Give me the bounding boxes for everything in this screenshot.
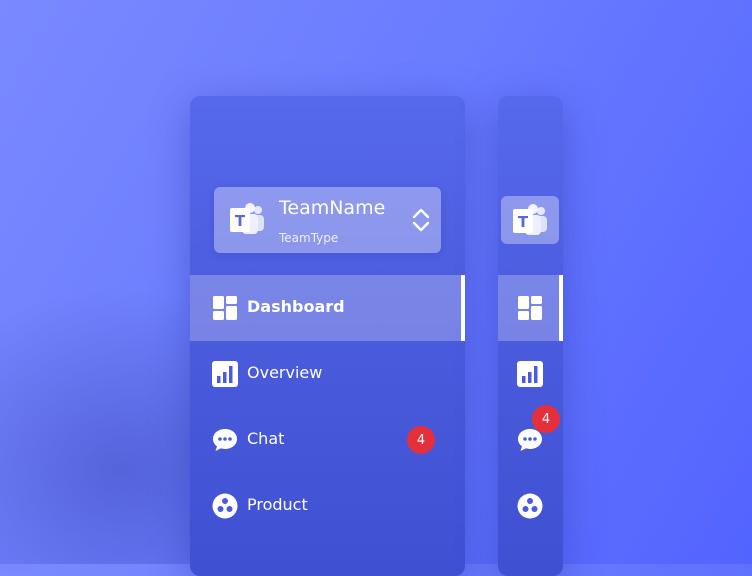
nav-item-dashboard-collapsed[interactable] [498,275,563,341]
sidebar-collapsed: T 4 [498,96,563,576]
nav-item-overview-collapsed[interactable] [498,341,563,407]
nav-label-dashboard: Dashboard [247,297,345,316]
team-type: TeamType [279,231,339,245]
nav-item-chat-collapsed[interactable]: 4 [498,405,563,473]
nav-item-product-collapsed[interactable] [498,473,563,539]
product-dots-icon [517,493,543,519]
dashboard-grid-icon [213,296,237,320]
team-switcher-collapsed[interactable]: T [501,196,559,244]
bar-chart-icon [517,361,543,387]
nav-item-chat[interactable]: Chat 4 [190,407,465,473]
nav-label-chat: Chat [247,429,285,448]
nav-item-overview[interactable]: Overview [190,341,465,407]
bar-chart-icon [212,361,238,387]
chat-unread-badge: 4 [407,426,435,454]
teams-logo-icon: T [230,203,264,234]
svg-text:T: T [518,213,529,231]
team-name: TeamName [279,197,386,219]
chevron-up-down-icon[interactable] [411,207,431,233]
dashboard-grid-icon [518,296,542,320]
nav-item-dashboard[interactable]: Dashboard [190,275,465,341]
svg-text:T: T [235,212,246,230]
sidebar-expanded: T TeamName TeamType Dashboard Overview C… [190,96,465,576]
nav-label-overview: Overview [247,363,323,382]
teams-logo-icon: T [513,204,547,235]
team-switcher[interactable]: T TeamName TeamType [214,187,441,253]
product-dots-icon [212,493,238,519]
nav-label-product: Product [247,495,308,514]
nav-item-product[interactable]: Product [190,473,465,539]
chat-unread-badge: 4 [532,405,560,433]
chat-bubble-icon [213,429,237,451]
